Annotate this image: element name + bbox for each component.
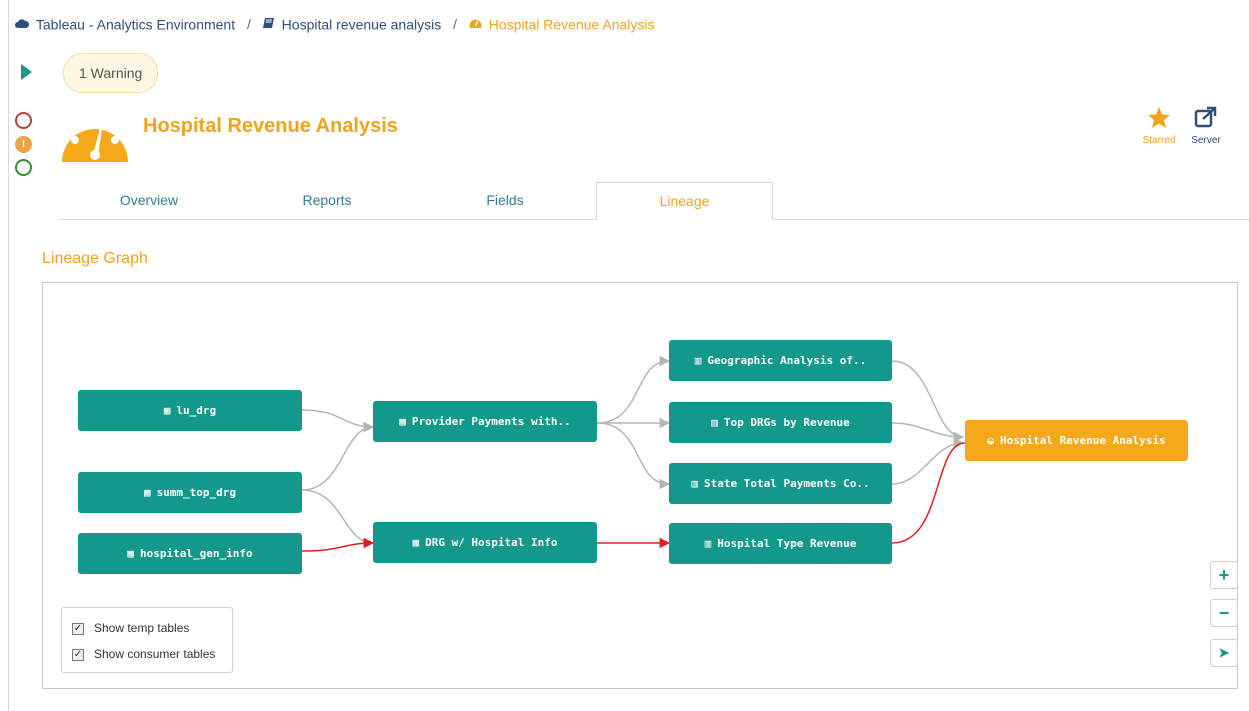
node-top-drgs[interactable]: ▥ Top DRGs by Revenue [669, 402, 892, 443]
status-error-icon[interactable] [15, 112, 32, 129]
star-icon [1147, 107, 1171, 132]
edge-warning [301, 537, 375, 552]
dashboard-icon: ◒ [987, 434, 995, 447]
node-label: DRG w/ Hospital Info [425, 536, 558, 549]
table-icon: ▦ [163, 404, 171, 417]
zoom-out-button[interactable]: − [1210, 599, 1238, 627]
edge [596, 355, 671, 424]
chart-icon: ▥ [694, 354, 702, 367]
tab-bar: Overview Reports Fields Lineage [60, 182, 1249, 220]
node-lu-drg[interactable]: ▦ lu_drg [78, 390, 302, 431]
book-icon [262, 16, 275, 32]
status-ok-icon[interactable] [15, 159, 32, 176]
node-label: Hospital Revenue Analysis [1000, 434, 1166, 447]
tab-lineage[interactable]: Lineage [596, 182, 773, 220]
breadcrumb-separator: / [247, 16, 251, 33]
node-label: Hospital Type Revenue [717, 537, 857, 550]
external-link-icon [1194, 106, 1218, 132]
edge [891, 422, 965, 443]
graph-options: ✓ Show temp tables ✓ Show consumer tables [61, 607, 233, 673]
tab-reports[interactable]: Reports [238, 182, 416, 219]
breadcrumb: Tableau - Analytics Environment / Hospit… [15, 15, 655, 32]
starred-button[interactable]: Starred [1139, 106, 1179, 146]
show-temp-tables-checkbox[interactable]: ✓ Show temp tables [72, 621, 189, 635]
checkbox-label: Show temp tables [94, 621, 190, 635]
node-label: Provider Payments with.. [411, 415, 571, 428]
tab-fields[interactable]: Fields [416, 182, 594, 219]
table-icon: ▦ [412, 536, 420, 549]
node-hospital-type[interactable]: ▥ Hospital Type Revenue [669, 523, 892, 564]
checkbox-checked-icon[interactable]: ✓ [72, 622, 84, 635]
status-warning-icon[interactable]: ! [15, 136, 32, 153]
breadcrumb-separator: / [453, 16, 457, 33]
breadcrumb-current: Hospital Revenue Analysis [488, 16, 655, 33]
breadcrumb-site-link[interactable]: Tableau - Analytics Environment [36, 16, 235, 32]
tab-overview[interactable]: Overview [60, 182, 238, 219]
node-summ-top-drg[interactable]: ▦ summ_top_drg [78, 472, 302, 513]
table-icon: ▦ [127, 547, 135, 560]
node-label: hospital_gen_info [140, 547, 253, 560]
node-drg-hospital-info[interactable]: ▦ DRG w/ Hospital Info [373, 522, 597, 563]
cloud-icon [15, 16, 30, 32]
dashboard-icon [469, 16, 482, 32]
chart-icon: ▥ [704, 537, 712, 550]
starred-label: Starred [1142, 135, 1176, 146]
expand-play-icon[interactable] [21, 64, 32, 80]
node-label: Geographic Analysis of.. [707, 354, 867, 367]
node-label: State Total Payments Co.. [704, 477, 870, 490]
table-icon: ▦ [399, 415, 406, 428]
chart-icon: ▥ [711, 416, 718, 429]
node-label: lu_drg [176, 404, 217, 417]
breadcrumb-project-link[interactable]: Hospital revenue analysis [282, 16, 442, 32]
chart-icon: ▥ [691, 477, 699, 490]
node-label: Top DRGs by Revenue [723, 416, 850, 429]
zoom-in-button[interactable]: + [1210, 561, 1238, 589]
edge [596, 422, 671, 490]
node-label: summ_top_drg [156, 486, 237, 499]
lineage-graph[interactable]: ▦ lu_drg ▦ summ_top_drg ▦ hospital_gen_info… [42, 282, 1238, 689]
section-title: Lineage Graph [42, 250, 148, 267]
edge [301, 409, 375, 433]
node-hospital-gen-info[interactable]: ▦ hospital_gen_info [78, 533, 302, 574]
node-hospital-revenue-analysis[interactable]: ◒ Hospital Revenue Analysis [965, 420, 1188, 461]
locate-icon[interactable]: ➤ [1210, 639, 1238, 667]
checkbox-label: Show consumer tables [94, 647, 216, 661]
dashboard-icon [60, 105, 130, 170]
page-title: Hospital Revenue Analysis [143, 115, 398, 137]
edge [301, 421, 375, 491]
show-consumer-tables-checkbox[interactable]: ✓ Show consumer tables [72, 647, 215, 661]
warning-badge[interactable]: 1 Warning [63, 53, 159, 93]
edge [891, 360, 965, 443]
edge [301, 489, 375, 549]
node-provider-payments[interactable]: ▦ Provider Payments with.. [373, 401, 597, 442]
server-button[interactable]: Server [1186, 106, 1226, 146]
server-label: Server [1191, 135, 1221, 146]
node-geographic-analysis[interactable]: ▥ Geographic Analysis of.. [669, 340, 892, 381]
edge-warning [891, 442, 966, 544]
table-icon: ▦ [143, 486, 151, 499]
node-state-total[interactable]: ▥ State Total Payments Co.. [669, 463, 892, 504]
checkbox-checked-icon[interactable]: ✓ [72, 648, 84, 661]
